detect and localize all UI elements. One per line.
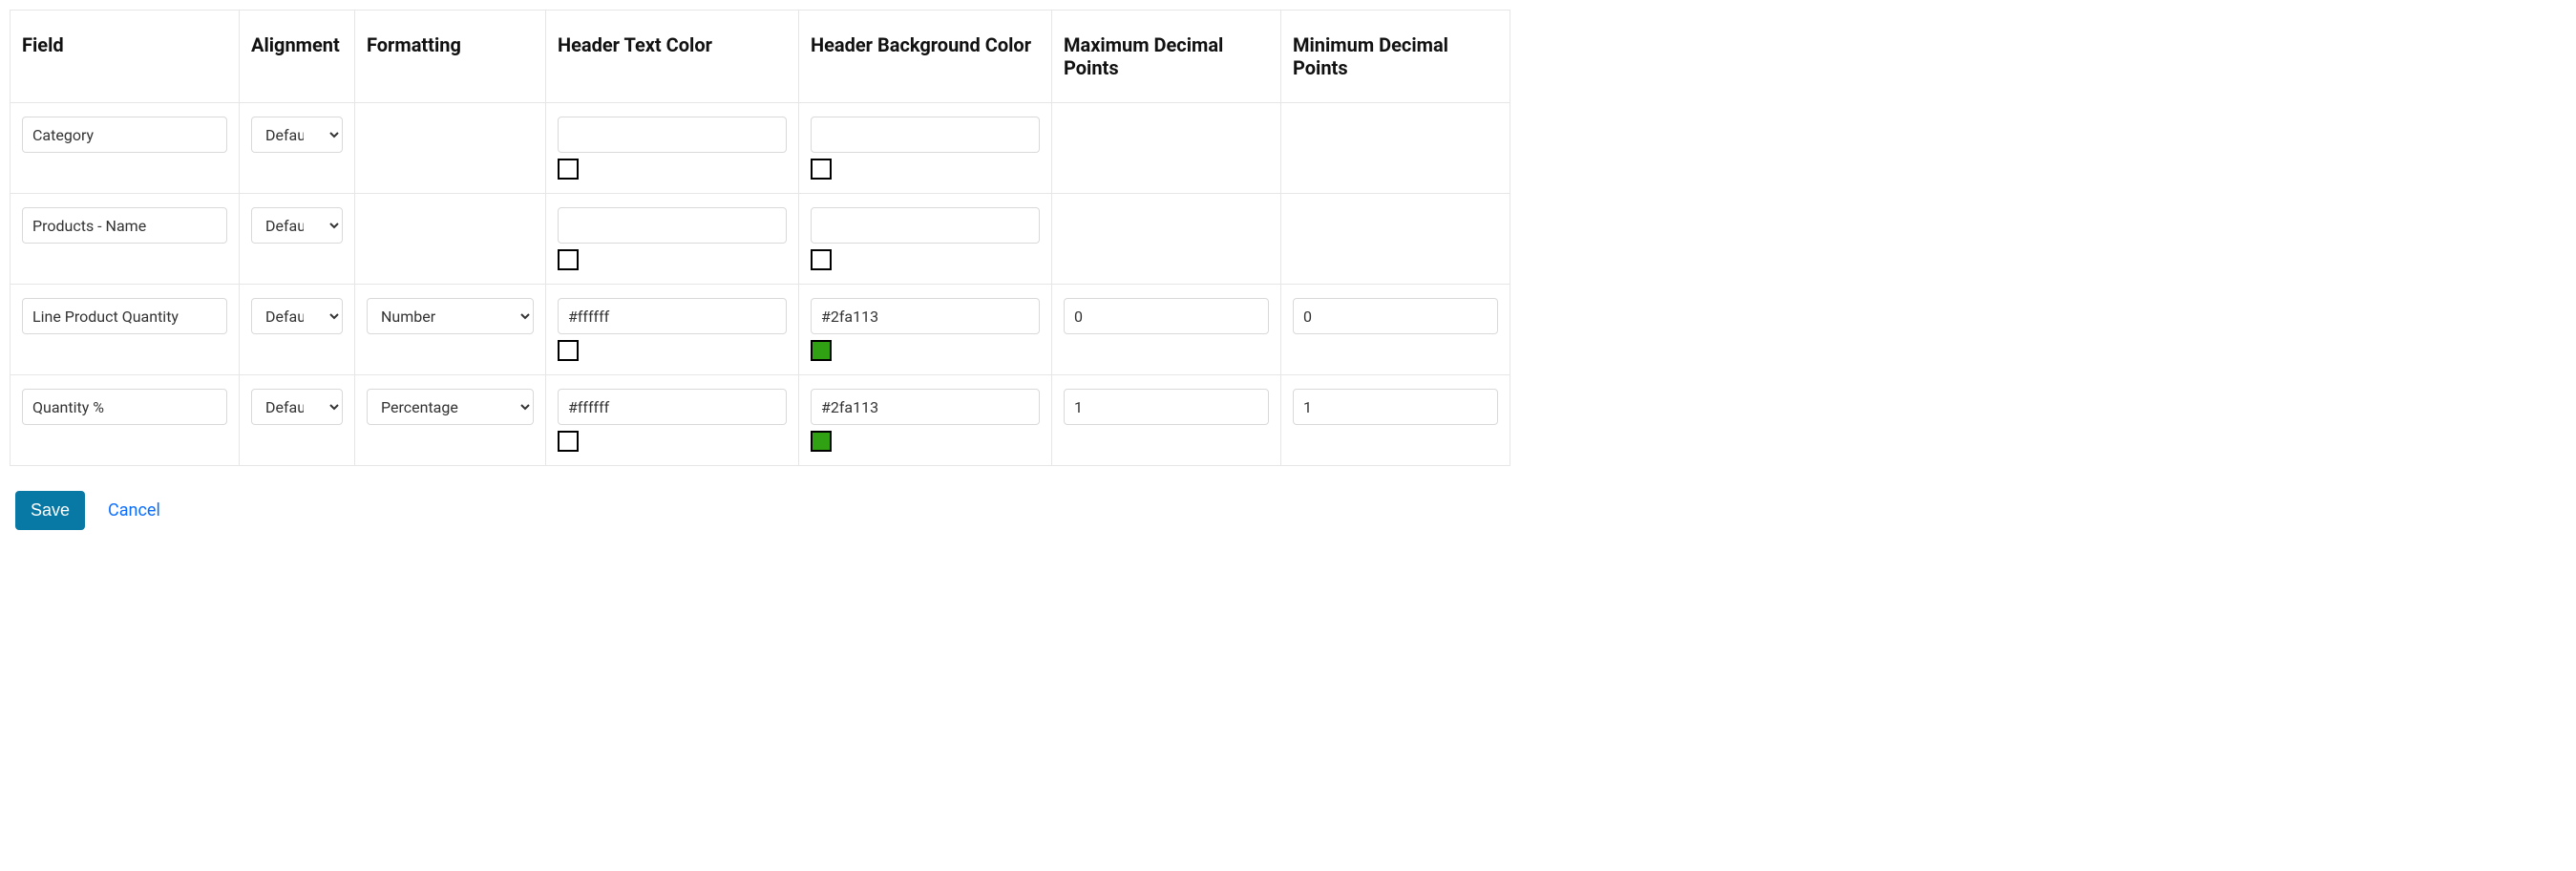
alignment-select[interactable]: Default: [251, 389, 343, 425]
form-actions: Save Cancel: [10, 491, 2566, 530]
col-header-field: Field: [11, 11, 240, 103]
header-text-color-swatch[interactable]: [558, 431, 579, 452]
table-row: Default: [11, 103, 1510, 194]
header-text-color-swatch[interactable]: [558, 340, 579, 361]
field-input[interactable]: [22, 298, 227, 334]
formatting-table: Field Alignment Formatting Header Text C…: [10, 10, 1510, 466]
header-text-color-input[interactable]: [558, 207, 787, 244]
header-text-color-swatch[interactable]: [558, 249, 579, 270]
col-header-max-dp: Maximum Decimal Points: [1052, 11, 1281, 103]
alignment-select[interactable]: Default: [251, 207, 343, 244]
col-header-alignment: Alignment: [240, 11, 355, 103]
field-input[interactable]: [22, 389, 227, 425]
table-row: Default Percentage: [11, 375, 1510, 466]
alignment-select[interactable]: Default: [251, 298, 343, 334]
header-bg-color-swatch[interactable]: [811, 431, 832, 452]
header-text-color-input[interactable]: [558, 117, 787, 153]
field-input[interactable]: [22, 207, 227, 244]
header-bg-color-swatch[interactable]: [811, 249, 832, 270]
col-header-min-dp: Minimum Decimal Points: [1281, 11, 1510, 103]
formatting-select[interactable]: Number: [367, 298, 534, 334]
header-bg-color-input[interactable]: [811, 389, 1040, 425]
min-decimal-input[interactable]: [1293, 389, 1498, 425]
col-header-hbc: Header Background Color: [799, 11, 1052, 103]
save-button[interactable]: Save: [15, 491, 85, 530]
max-decimal-input[interactable]: [1064, 389, 1269, 425]
alignment-select[interactable]: Default: [251, 117, 343, 153]
cancel-link[interactable]: Cancel: [108, 500, 160, 520]
header-bg-color-input[interactable]: [811, 207, 1040, 244]
header-text-color-input[interactable]: [558, 298, 787, 334]
table-row: Default: [11, 194, 1510, 285]
header-text-color-input[interactable]: [558, 389, 787, 425]
max-decimal-input[interactable]: [1064, 298, 1269, 334]
min-decimal-input[interactable]: [1293, 298, 1498, 334]
header-bg-color-swatch[interactable]: [811, 340, 832, 361]
col-header-htc: Header Text Color: [546, 11, 799, 103]
field-input[interactable]: [22, 117, 227, 153]
col-header-formatting: Formatting: [355, 11, 546, 103]
header-bg-color-input[interactable]: [811, 117, 1040, 153]
header-bg-color-input[interactable]: [811, 298, 1040, 334]
header-text-color-swatch[interactable]: [558, 159, 579, 180]
header-bg-color-swatch[interactable]: [811, 159, 832, 180]
table-row: Default Number: [11, 285, 1510, 375]
formatting-select[interactable]: Percentage: [367, 389, 534, 425]
table-header-row: Field Alignment Formatting Header Text C…: [11, 11, 1510, 103]
